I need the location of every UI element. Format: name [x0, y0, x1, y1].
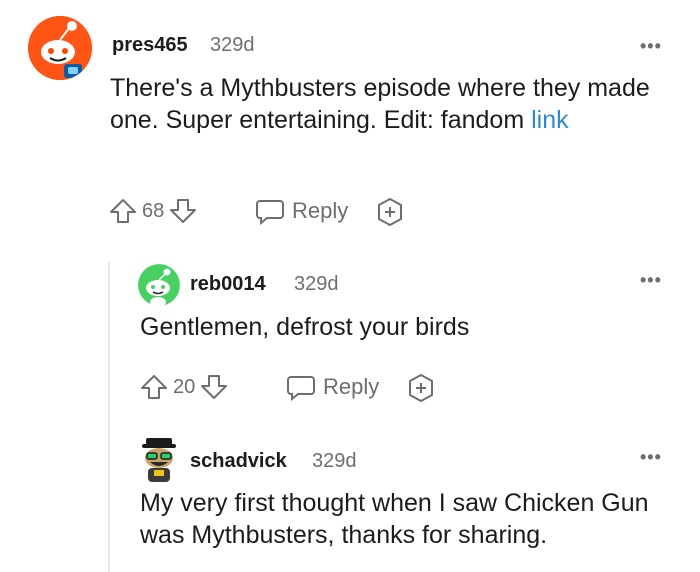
- reply-button[interactable]: Reply: [285, 372, 379, 402]
- username[interactable]: pres465: [112, 34, 188, 57]
- reply-icon: [287, 376, 315, 402]
- vote-count: 20: [173, 375, 196, 398]
- upvote-icon[interactable]: [108, 196, 138, 226]
- thread-line[interactable]: [108, 262, 110, 572]
- snoo-avatar-icon: [142, 438, 176, 482]
- avatar[interactable]: [28, 16, 92, 80]
- vote-bar: 20: [139, 372, 229, 402]
- reply-icon: [256, 200, 284, 226]
- snoo-avatar-icon: [138, 264, 180, 306]
- timestamp: 329d: [210, 34, 255, 56]
- more-icon[interactable]: •••: [640, 447, 662, 468]
- downvote-icon[interactable]: [199, 372, 229, 402]
- more-icon[interactable]: •••: [640, 36, 662, 57]
- fandom-link[interactable]: link: [531, 106, 569, 134]
- award-icon: [378, 198, 402, 226]
- comment-thread: pres465 329d ••• There's a Mythbusters e…: [0, 0, 700, 572]
- username[interactable]: schadvick: [190, 450, 287, 473]
- username[interactable]: reb0014: [190, 273, 266, 296]
- reply-label: Reply: [292, 198, 349, 223]
- upvote-icon[interactable]: [139, 372, 169, 402]
- award-button[interactable]: [374, 196, 406, 228]
- comment-body: There's a Mythbusters episode where they…: [110, 72, 670, 136]
- timestamp: 329d: [312, 450, 357, 472]
- downvote-icon[interactable]: [168, 196, 198, 226]
- reply-button[interactable]: Reply: [254, 196, 348, 226]
- snoo-avatar-icon: [28, 16, 92, 80]
- avatar[interactable]: [138, 264, 180, 306]
- comment-body: Gentlemen, defrost your birds: [140, 313, 470, 341]
- reply-label: Reply: [323, 374, 380, 399]
- more-icon[interactable]: •••: [640, 270, 662, 291]
- vote-count: 68: [142, 199, 165, 222]
- avatar[interactable]: [138, 436, 180, 484]
- timestamp: 329d: [294, 273, 339, 295]
- vote-bar: 68: [108, 196, 198, 226]
- award-button[interactable]: [405, 372, 437, 404]
- award-icon: [409, 374, 433, 402]
- comment-body: My very first thought when I saw Chicken…: [140, 489, 649, 549]
